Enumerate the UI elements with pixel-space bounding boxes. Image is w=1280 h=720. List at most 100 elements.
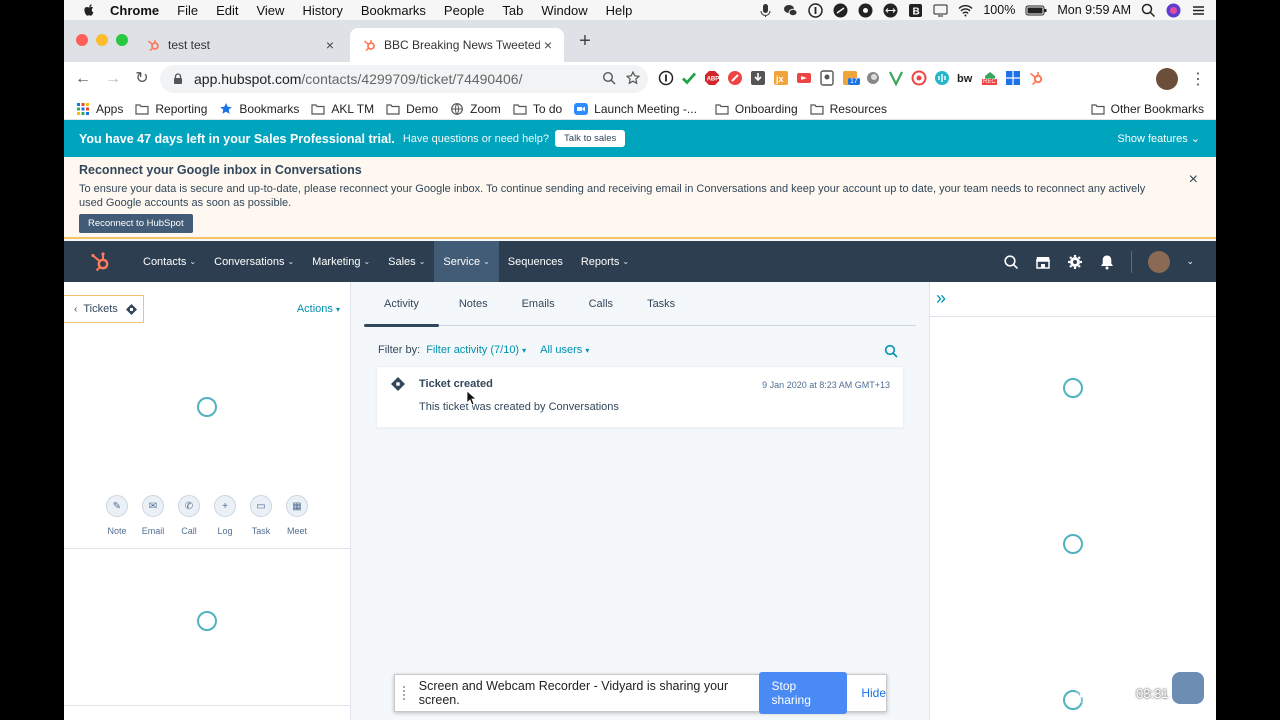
reconnect-button[interactable]: Reconnect to HubSpot	[79, 214, 193, 233]
new-tab-button[interactable]: +	[576, 31, 594, 51]
grid-extension-icon[interactable]	[1005, 70, 1021, 86]
user-avatar[interactable]	[1148, 250, 1171, 273]
checkmark-extension-icon[interactable]	[681, 70, 697, 86]
webcam-preview[interactable]	[1172, 672, 1204, 704]
tab-close-icon[interactable]: ×	[322, 37, 338, 53]
bookmark-demo[interactable]: Demo	[386, 102, 438, 116]
other-bookmarks[interactable]: Other Bookmarks	[1091, 98, 1204, 120]
call-action[interactable]: ✆ Call	[178, 495, 200, 536]
window-zoom-button[interactable]	[116, 34, 128, 46]
bookmark-reporting[interactable]: Reporting	[135, 102, 207, 116]
task-action[interactable]: ▭ Task	[250, 495, 272, 536]
menu-tab[interactable]: Tab	[502, 3, 523, 18]
menu-help[interactable]: Help	[606, 3, 633, 18]
close-icon[interactable]: ×	[1189, 171, 1198, 189]
drag-handle[interactable]	[403, 686, 409, 700]
browser-tab-test[interactable]: test test ×	[134, 28, 346, 62]
lock-icon[interactable]	[172, 73, 184, 85]
clock[interactable]: Mon 9:59 AM	[1057, 3, 1131, 17]
wifi-icon[interactable]	[958, 3, 973, 18]
nav-reports[interactable]: Reports ⌄	[572, 241, 638, 282]
grey-circle-extension-icon[interactable]	[865, 70, 881, 86]
log-action[interactable]: + Log	[214, 495, 236, 536]
bookmark-zoom[interactable]: Zoom	[450, 102, 501, 116]
speed-extension-icon[interactable]	[727, 70, 743, 86]
nav-conversations[interactable]: Conversations ⌄	[205, 241, 303, 282]
bookmark-resources[interactable]: Resources	[810, 102, 887, 116]
profile-avatar[interactable]	[1156, 68, 1178, 90]
menu-window[interactable]: Window	[541, 3, 587, 18]
all-users-dropdown[interactable]: All users ▾	[540, 344, 589, 356]
gear-icon[interactable]	[1067, 254, 1083, 270]
vidyard-extension-icon[interactable]	[888, 70, 904, 86]
bell-icon[interactable]	[1099, 254, 1115, 270]
back-to-tickets-button[interactable]: ‹ Tickets	[64, 295, 144, 323]
wechat-icon[interactable]	[783, 3, 798, 18]
bookmark-apps[interactable]: Apps	[76, 102, 123, 116]
extension-circle-icon[interactable]	[833, 3, 848, 18]
stop-sharing-button[interactable]: Stop sharing	[758, 672, 848, 714]
nav-service[interactable]: Service ⌄	[434, 241, 499, 282]
tab-close-icon[interactable]: ×	[540, 37, 556, 53]
meet-action[interactable]: ▦ Meet	[286, 495, 308, 536]
window-close-button[interactable]	[76, 34, 88, 46]
note-action[interactable]: ✎ Note	[106, 495, 128, 536]
keep-extension-icon[interactable]	[819, 70, 835, 86]
onepassword-icon[interactable]	[808, 2, 824, 18]
bookmark-onboarding[interactable]: Onboarding	[715, 102, 798, 116]
address-bar[interactable]: app.hubspot.com/contacts/4299709/ticket/…	[160, 65, 648, 93]
search-icon[interactable]	[1003, 254, 1019, 270]
screen-icon[interactable]	[933, 3, 948, 18]
zoom-search-icon[interactable]	[602, 71, 616, 85]
menu-view[interactable]: View	[256, 3, 284, 18]
bookmark-star-icon[interactable]	[626, 71, 640, 85]
adblock-plus-icon[interactable]: ABP	[704, 70, 720, 86]
download-extension-icon[interactable]	[750, 70, 766, 86]
chevron-down-icon[interactable]: ⌄	[1186, 256, 1194, 267]
calendar-extension[interactable]: 17	[842, 70, 860, 86]
filter-activity-dropdown[interactable]: Filter activity (7/10) ▾	[426, 344, 526, 356]
pause-icon[interactable]: ❚❚	[1076, 683, 1096, 703]
apple-icon[interactable]	[82, 3, 96, 17]
window-minimize-button[interactable]	[96, 34, 108, 46]
menu-file[interactable]: File	[177, 3, 198, 18]
tab-tasks[interactable]: Tasks	[647, 282, 675, 326]
battery-icon[interactable]	[1025, 3, 1047, 18]
menu-people[interactable]: People	[444, 3, 484, 18]
tab-calls[interactable]: Calls	[589, 282, 613, 326]
actions-dropdown[interactable]: Actions ▾	[297, 303, 340, 315]
marketplace-icon[interactable]	[1035, 254, 1051, 270]
onepassword-extension-icon[interactable]	[658, 70, 674, 86]
search-icon[interactable]	[884, 344, 898, 358]
nav-sales[interactable]: Sales ⌄	[379, 241, 434, 282]
bookmark-to-do[interactable]: To do	[513, 102, 562, 116]
bw-extension-icon[interactable]: bw	[957, 70, 975, 86]
talk-to-sales-button[interactable]: Talk to sales	[555, 130, 626, 147]
loop-extension-icon[interactable]	[911, 70, 927, 86]
reload-icon[interactable]: ↻	[133, 70, 151, 88]
menu-bookmarks[interactable]: Bookmarks	[361, 3, 426, 18]
forward-arrow-icon[interactable]: →	[104, 70, 122, 88]
menu-app-name[interactable]: Chrome	[110, 3, 159, 18]
notification-center-icon[interactable]	[1191, 3, 1206, 18]
tab-activity[interactable]: Activity	[364, 282, 439, 327]
back-arrow-icon[interactable]: ←	[74, 70, 92, 88]
tab-notes[interactable]: Notes	[459, 282, 488, 326]
menu-history[interactable]: History	[302, 3, 342, 18]
loom-icon[interactable]	[858, 3, 873, 18]
spotlight-search-icon[interactable]	[1141, 3, 1156, 18]
audio-extension-icon[interactable]	[934, 70, 950, 86]
bookmark-bookmarks[interactable]: Bookmarks	[219, 102, 299, 116]
microphone-icon[interactable]	[758, 3, 773, 18]
tab-emails[interactable]: Emails	[522, 282, 555, 326]
hubspot-logo-icon[interactable]	[90, 251, 112, 273]
hide-button[interactable]: Hide	[861, 686, 886, 700]
jx-extension-icon[interactable]: jx	[773, 70, 789, 86]
browser-tab-bbc[interactable]: BBC Breaking News Tweeted: F ×	[350, 28, 564, 62]
activity-title[interactable]: Ticket created	[419, 378, 493, 390]
siri-icon[interactable]	[1166, 3, 1181, 18]
double-chevron-right-icon[interactable]: »	[936, 288, 946, 309]
b-app-icon[interactable]: B	[908, 3, 923, 18]
hubspot-extension-icon[interactable]	[1028, 70, 1044, 86]
rec-extension[interactable]: REC	[982, 70, 998, 86]
